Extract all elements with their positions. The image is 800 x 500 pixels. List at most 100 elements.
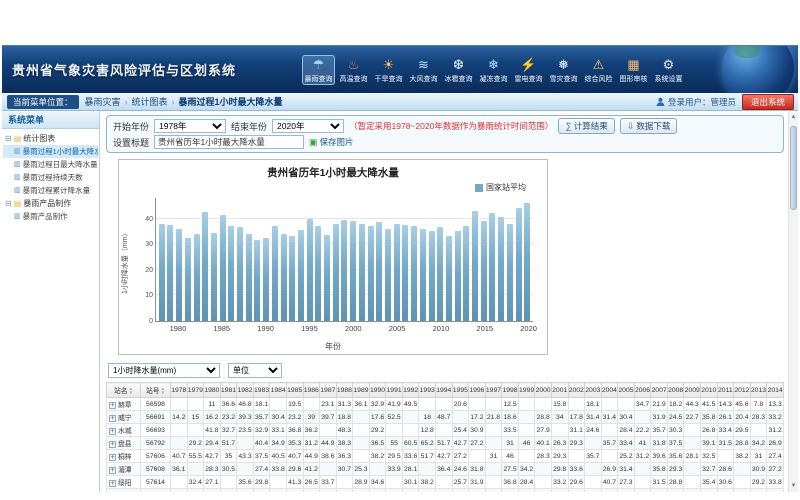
start-year-select[interactable]: 1978年 [154, 119, 226, 133]
value-cell: 39.3 [237, 411, 254, 424]
toolbar-item-snow[interactable]: ❅雪灾查询 [547, 55, 580, 85]
tree-group-label: 统计图表 [23, 132, 55, 145]
value-cell: 26.8 [701, 424, 718, 437]
toolbar-item-risk[interactable]: ⚠综合风险 [582, 55, 615, 85]
breadcrumb-item[interactable]: 暴雨灾害 [85, 97, 121, 107]
bar-1993 [289, 236, 295, 321]
tree-item[interactable]: ▥暴雨过程日最大降水量 [3, 158, 98, 171]
station-id-cell: 57614 [141, 476, 171, 489]
value-cell: 36.3 [336, 450, 353, 463]
column-header: 1997 [485, 383, 502, 398]
value-cell [634, 411, 651, 424]
row-expand-icon[interactable]: + [109, 480, 116, 487]
toolbar-item-wind[interactable]: ≋大风查询 [407, 55, 440, 85]
value-cell: 29.3 [667, 463, 684, 476]
breadcrumb-item[interactable]: 暴雨过程1小时最大降水量 [179, 97, 283, 107]
value-cell: 35.2 [651, 489, 668, 493]
chart-doc-icon: ▥ [14, 171, 21, 184]
column-header[interactable]: 站号▲▼ [141, 383, 171, 398]
toolbar-item-hot[interactable]: ♨高温查询 [337, 55, 370, 85]
value-cell: 29.2 [750, 476, 767, 489]
main-panel: 开始年份 1978年 结束年份 2020年 （暂定采用1978~2020年数据作… [100, 112, 798, 492]
bar-1995 [307, 219, 313, 322]
logout-button[interactable]: 退出系统 [742, 94, 794, 110]
value-cell [336, 476, 353, 489]
breadcrumb-item[interactable]: 统计图表 [132, 97, 168, 107]
toolbar-item-gear[interactable]: ⚙系统设置 [652, 55, 685, 85]
save-image-button[interactable]: ▣保存图片 [309, 136, 354, 148]
unit-select[interactable]: 单位 [228, 363, 282, 378]
value-cell: 29.8 [502, 489, 519, 493]
sort-arrows-icon[interactable]: ▲▼ [129, 387, 133, 395]
field-select[interactable]: 1小时降水量(mm) [108, 363, 220, 378]
folder-icon: ▤ [14, 197, 22, 210]
column-header[interactable]: 站名▲▼ [107, 383, 141, 398]
row-expand-icon[interactable]: + [109, 428, 116, 435]
tree-item[interactable]: ▥暴雨过程1小时最大降水量 [3, 145, 98, 158]
value-cell: 33.6 [402, 450, 419, 463]
value-cell: 38.2 [419, 476, 436, 489]
toolbar-item-bolt[interactable]: ⚡雷电查询 [512, 55, 545, 85]
value-cell: 33.2 [551, 476, 568, 489]
toolbar-item-chart[interactable]: ▦图形审核 [617, 55, 650, 85]
end-year-select[interactable]: 2020年 [272, 119, 344, 133]
value-cell [717, 450, 734, 463]
chart-title-input[interactable] [154, 135, 304, 149]
toolbar-item-label: 凝冻查询 [480, 74, 508, 84]
value-cell: 31.3 [336, 398, 353, 411]
tree-item[interactable]: ▥暴雨产品制作 [3, 210, 98, 223]
toolbar-item-sun[interactable]: ☀干旱查询 [372, 55, 405, 85]
download-button[interactable]: ⇩数据下载 [620, 118, 678, 134]
value-cell: 27.1 [204, 476, 221, 489]
value-cell: 46 [502, 450, 519, 463]
scroll-up-arrow[interactable]: ▲ [789, 112, 798, 123]
station-id-cell: 57713 [141, 489, 171, 493]
tree-item[interactable]: ▥暴雨过程持续天数 [3, 171, 98, 184]
tree-group[interactable]: ⊟▤暴雨产品制作 [3, 197, 98, 210]
value-cell [320, 463, 337, 476]
bar-2013 [463, 226, 469, 321]
collapse-icon[interactable]: ⊟ [5, 132, 12, 145]
row-expand-icon[interactable]: + [109, 467, 116, 474]
column-header: 2011 [717, 383, 734, 398]
toolbar-item-freeze[interactable]: ❄凝冻查询 [477, 55, 510, 85]
value-cell [518, 424, 535, 437]
row-expand-icon[interactable]: + [109, 441, 116, 448]
chart-icon: ▦ [627, 57, 639, 73]
calculate-button[interactable]: ∑计算结果 [558, 118, 614, 134]
vertical-scrollbar[interactable]: ▲ ▼ [788, 112, 798, 492]
table-row: +威宁5669114.21516.223.239.335.730.423.239… [107, 411, 784, 424]
value-cell: 34.7 [634, 398, 651, 411]
row-expand-icon[interactable]: + [109, 402, 116, 409]
value-cell: 33.6 [568, 463, 585, 476]
breadcrumb-separator: › [172, 97, 175, 107]
toolbar-item-label: 雪灾查询 [550, 74, 578, 84]
value-cell [320, 424, 337, 437]
folder-icon: ▤ [14, 132, 22, 145]
value-cell: 33.2 [237, 489, 254, 493]
scroll-down-arrow[interactable]: ▼ [789, 481, 798, 492]
value-cell [436, 424, 453, 437]
filter-panel: 开始年份 1978年 结束年份 2020年 （暂定采用1978~2020年数据作… [106, 115, 784, 153]
tree-item-label: 暴雨过程累计降水量 [23, 184, 91, 197]
value-cell: 55.5 [187, 450, 204, 463]
scrollbar-thumb[interactable] [790, 126, 797, 210]
toolbar-item-rain[interactable]: ☂暴雨查询 [302, 55, 335, 85]
row-expand-icon[interactable]: + [109, 415, 116, 422]
value-cell: 24.8 [618, 489, 635, 493]
value-cell: 19.5 [286, 398, 303, 411]
tree-item-label: 暴雨过程1小时最大降水量 [23, 145, 98, 158]
toolbar-item-hail[interactable]: ❆冰雹查询 [442, 55, 475, 85]
value-cell: 60.5 [402, 437, 419, 450]
value-cell: 33.4 [518, 489, 535, 493]
module-toolbar: ☂暴雨查询♨高温查询☀干旱查询≋大风查询❆冰雹查询❄凝冻查询⚡雷电查询❅雪灾查询… [302, 55, 685, 85]
tree-group[interactable]: ⊟▤统计图表 [3, 132, 98, 145]
row-expand-icon[interactable]: + [109, 454, 116, 461]
tree-item[interactable]: ▥暴雨过程累计降水量 [3, 184, 98, 197]
column-header: 1981 [220, 383, 237, 398]
sort-arrows-icon[interactable]: ▲▼ [161, 387, 165, 395]
toolbar-item-label: 雷电查询 [515, 74, 543, 84]
collapse-icon[interactable]: ⊟ [5, 197, 12, 210]
value-cell: 35.7 [651, 424, 668, 437]
freeze-icon: ❄ [488, 57, 499, 73]
